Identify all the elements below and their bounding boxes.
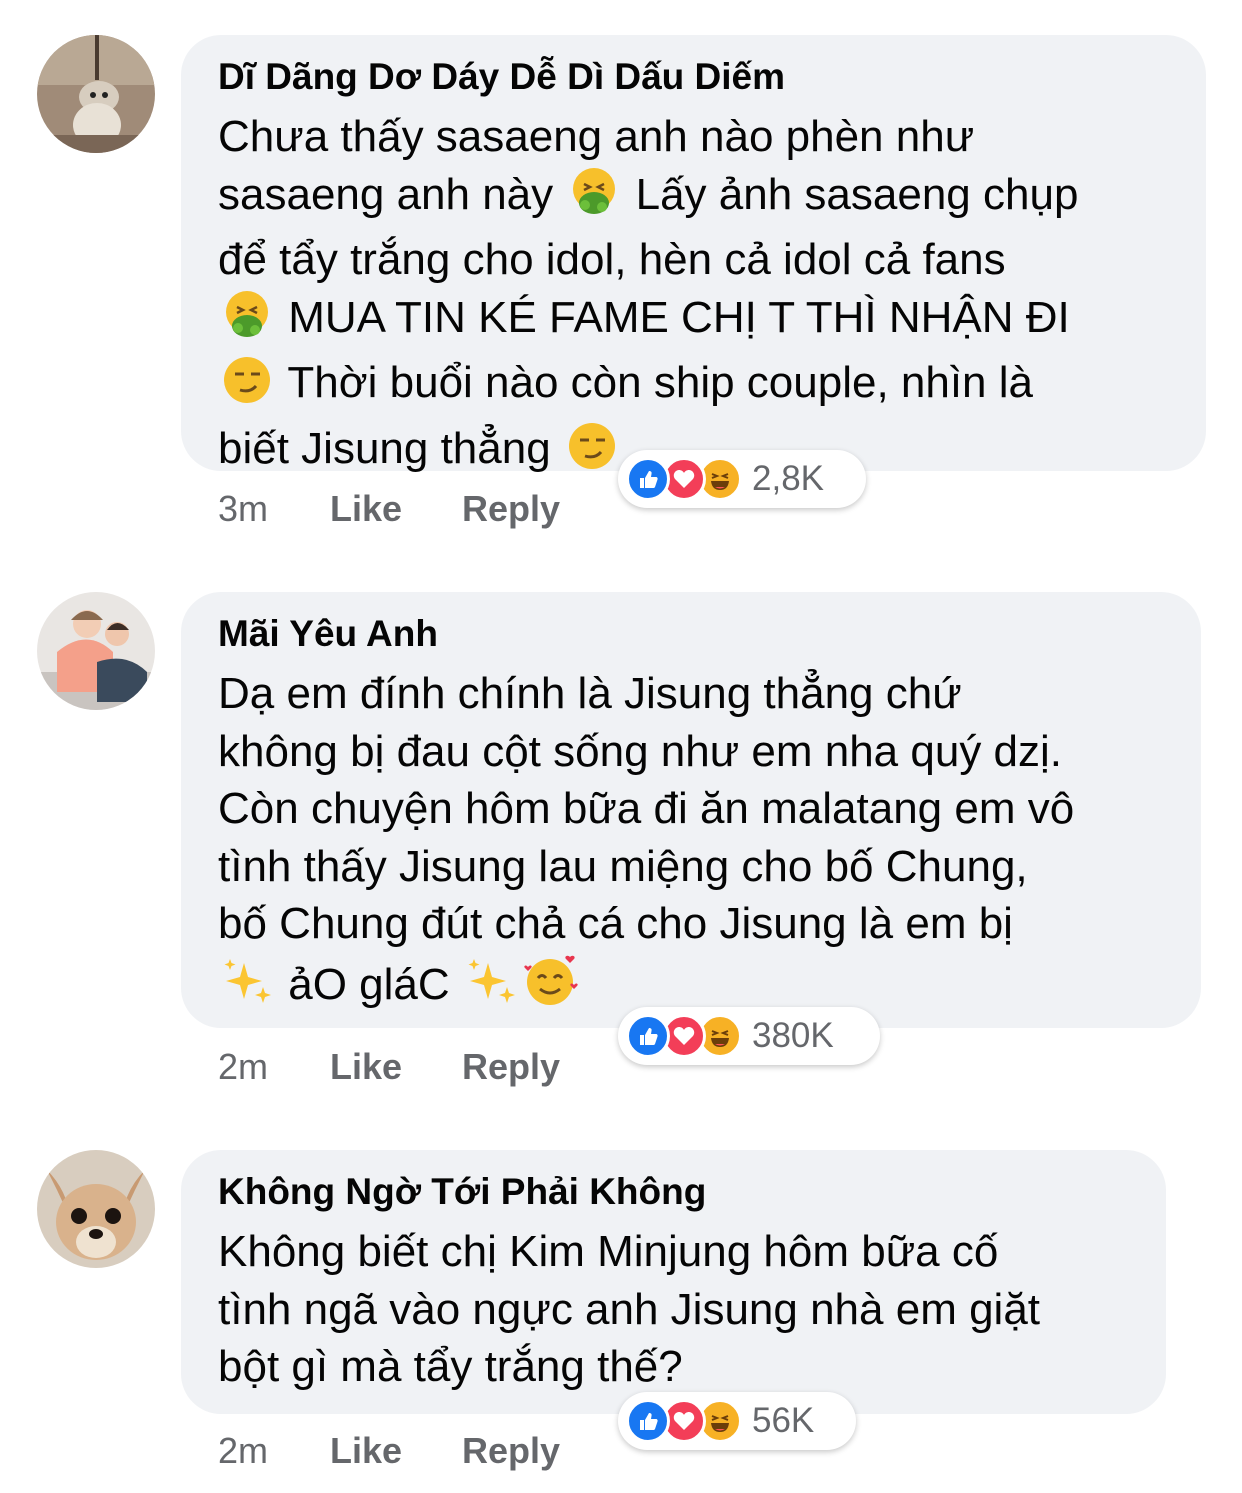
comment-text: Không biết chị Kim Minjung hôm bữa cố tì… xyxy=(218,1223,1136,1396)
smiling-face-with-hearts-icon xyxy=(520,953,582,1022)
comment-line: Dạ em đính chính là Jisung thẳng chứ xyxy=(218,669,962,718)
comment-line: MUA TIN KÉ FAME CHỊ T THÌ NHẬN ĐI xyxy=(218,289,1176,355)
comment-line: bố Chung đút chả cá cho Jisung là em bị xyxy=(218,899,1013,948)
comment-line: không bị đau cột sống như em nha quý dzị… xyxy=(218,726,1063,776)
reactions-summary[interactable]: 2,8K xyxy=(618,450,866,508)
sparkles-icon xyxy=(462,957,520,1022)
smirk-face-icon xyxy=(563,421,621,486)
comment-time[interactable]: 2m xyxy=(218,1430,330,1472)
avatar[interactable] xyxy=(37,1150,155,1268)
reaction-count: 2,8K xyxy=(752,459,824,498)
comment-line: Thời buổi nào còn ship couple, nhìn là xyxy=(218,354,1176,420)
comment-text: Dạ em đính chính là Jisung thẳng chứ khô… xyxy=(218,665,1171,1021)
nauseated-face-icon xyxy=(565,167,623,232)
avatar[interactable] xyxy=(37,35,155,153)
reply-button[interactable]: Reply xyxy=(462,1046,560,1088)
comment-line: Không biết chị Kim Minjung hôm bữa cố xyxy=(218,1227,999,1276)
comment-bubble: Mãi Yêu Anh Dạ em đính chính là Jisung t… xyxy=(181,592,1201,1028)
like-reaction-icon xyxy=(626,1399,670,1443)
comment-text: Chưa thấy sasaeng anh nào phèn như sasae… xyxy=(218,108,1176,485)
comment-line: bột gì mà tẩy trắng thế? xyxy=(218,1342,683,1391)
comment-line: tình ngã vào ngực anh Jisung nhà em giặt xyxy=(218,1284,1041,1334)
comment-actions: 3m Like Reply xyxy=(218,488,560,530)
comment-author[interactable]: Dĩ Dãng Dơ Dáy Dễ Dì Dấu Diếm xyxy=(218,55,1176,99)
reactions-summary[interactable]: 56K xyxy=(618,1392,856,1450)
comment-time[interactable]: 3m xyxy=(218,488,330,530)
comment-line: sasaeng anh này Lấy ảnh sasaeng chụp xyxy=(218,166,1176,232)
like-reaction-icon xyxy=(626,457,670,501)
comment-line: Chưa thấy sasaeng anh nào phèn như xyxy=(218,112,975,161)
like-reaction-icon xyxy=(626,1014,670,1058)
reply-button[interactable]: Reply xyxy=(462,488,560,530)
like-button[interactable]: Like xyxy=(330,1046,462,1088)
comment-actions: 2m Like Reply xyxy=(218,1430,560,1472)
avatar[interactable] xyxy=(37,592,155,710)
comment-bubble: Dĩ Dãng Dơ Dáy Dễ Dì Dấu Diếm Chưa thấy … xyxy=(181,35,1206,473)
nauseated-face-icon xyxy=(218,290,276,355)
comment-actions: 2m Like Reply xyxy=(218,1046,560,1088)
comment-bubble: Không Ngờ Tới Phải Không Không biết chị … xyxy=(181,1150,1166,1414)
reactions-summary[interactable]: 380K xyxy=(618,1007,880,1065)
reaction-count: 380K xyxy=(752,1016,834,1055)
reply-button[interactable]: Reply xyxy=(462,1430,560,1472)
like-button[interactable]: Like xyxy=(330,488,462,530)
comment-author[interactable]: Mãi Yêu Anh xyxy=(218,612,1171,656)
comment-line: Còn chuyện hôm bữa đi ăn malatang em vô xyxy=(218,784,1075,833)
comment-author[interactable]: Không Ngờ Tới Phải Không xyxy=(218,1170,1136,1214)
comment-line: để tẩy trắng cho idol, hèn cả idol cả fa… xyxy=(218,235,1006,284)
sparkles-icon xyxy=(218,957,276,1022)
like-button[interactable]: Like xyxy=(330,1430,462,1472)
comment-time[interactable]: 2m xyxy=(218,1046,330,1088)
smirk-face-icon xyxy=(218,355,276,420)
reaction-count: 56K xyxy=(752,1401,815,1440)
comment-line: tình thấy Jisung lau miệng cho bố Chung, xyxy=(218,841,1028,891)
